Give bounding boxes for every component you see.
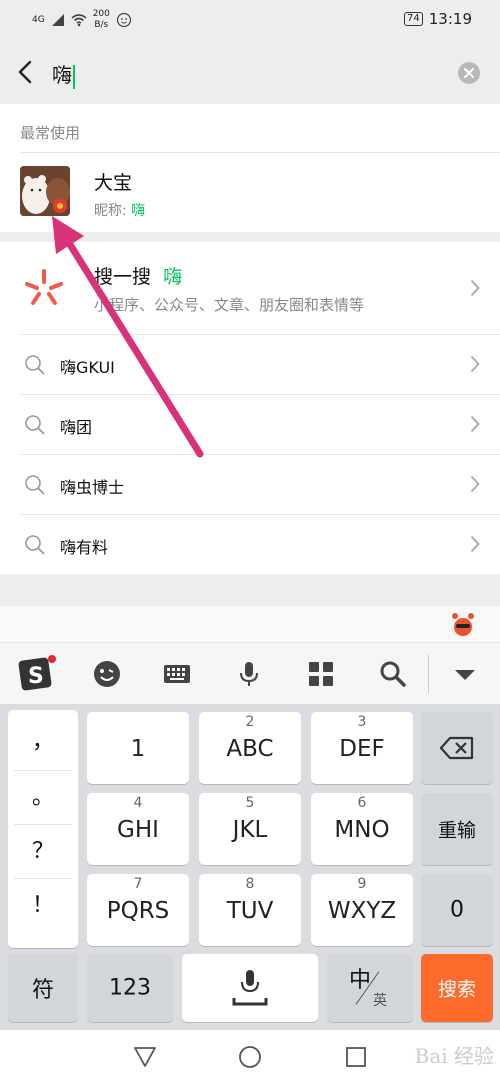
- punct-key-comma[interactable]: ，: [8, 716, 78, 768]
- search-icon: [25, 475, 45, 495]
- language-switch-key[interactable]: 中 英: [327, 954, 413, 1022]
- divider: [14, 824, 72, 825]
- bear-avatar-image: [20, 166, 70, 216]
- nickname-match: 嗨: [131, 203, 146, 219]
- search-icon: [25, 355, 45, 375]
- text-caret: [73, 64, 75, 89]
- search-results-section: 搜一搜 嗨 小程序、公众号、文章、朋友圈和表情等 嗨GKUI 嗨团 嗨虫博士 嗨…: [0, 242, 500, 574]
- suggestion-row[interactable]: 嗨虫博士: [0, 454, 500, 514]
- souyisou-icon: [25, 269, 63, 305]
- divider: [14, 770, 72, 771]
- home-circle-icon[interactable]: [237, 1044, 263, 1070]
- punct-key-exclaim[interactable]: ！: [8, 880, 78, 932]
- suggestion-label: 嗨GKUI: [60, 358, 115, 377]
- chevron-right-icon: [470, 279, 480, 297]
- backspace-key[interactable]: [421, 712, 493, 784]
- voice-space-key[interactable]: [182, 954, 318, 1022]
- net-speed: 200 B/s: [92, 9, 110, 30]
- souyisou-keyword: 嗨: [163, 266, 183, 288]
- souyisou-row[interactable]: 搜一搜 嗨 小程序、公众号、文章、朋友圈和表情等: [0, 242, 500, 334]
- ime-mascot-icon[interactable]: [448, 610, 478, 640]
- symbols-key[interactable]: 符: [8, 954, 78, 1022]
- punct-key-question[interactable]: ？: [8, 826, 78, 878]
- recent-contacts-section: 最常使用 大宝 昵称: 嗨: [0, 104, 500, 232]
- search-header: 嗨: [0, 44, 500, 102]
- microphone-icon: [232, 970, 268, 1006]
- search-key[interactable]: 搜索: [421, 954, 493, 1022]
- suggestion-row[interactable]: 嗨团: [0, 394, 500, 454]
- key-2[interactable]: 2 ABC: [199, 712, 301, 784]
- back-arrow-icon[interactable]: [14, 58, 38, 86]
- contact-name: 大宝: [94, 172, 133, 194]
- suggestion-row[interactable]: 嗨有料: [0, 514, 500, 574]
- key-9[interactable]: 9 WXYZ: [311, 874, 413, 946]
- key-1[interactable]: 1: [87, 712, 189, 784]
- search-icon: [25, 415, 45, 435]
- watermark: Bai 经验: [414, 1044, 494, 1068]
- chevron-right-icon: [470, 535, 480, 553]
- punct-key-period[interactable]: 。: [8, 772, 78, 824]
- suggestion-label: 嗨有料: [60, 538, 109, 557]
- punctuation-column: ， 。 ？ ！: [8, 710, 78, 948]
- key-4[interactable]: 4 GHI: [87, 793, 189, 865]
- chevron-right-icon: [470, 415, 480, 433]
- keyboard-toolbar: S: [0, 642, 500, 704]
- ime-candidate-strip: [0, 606, 500, 642]
- contact-nickname: 昵称: 嗨: [94, 203, 146, 219]
- clock: 13:19: [428, 10, 472, 28]
- clear-search-button[interactable]: [458, 62, 480, 84]
- chevron-right-icon: [470, 355, 480, 373]
- face-icon: [116, 12, 131, 28]
- keyboard: ， 。 ？ ！ 1 2 ABC 3 DEF 4 GHI 5 JKL 6 MNO 重输 7P…: [0, 704, 500, 1030]
- souyisou-title: 搜一搜 嗨: [94, 266, 183, 288]
- chevron-right-icon: [470, 475, 480, 493]
- souyisou-subtitle: 小程序、公众号、文章、朋友圈和表情等: [94, 296, 365, 314]
- toolbar-separator: [428, 655, 429, 693]
- divider: [14, 878, 72, 879]
- recents-square-icon[interactable]: [343, 1044, 369, 1070]
- avatar: [20, 166, 70, 216]
- back-triangle-icon[interactable]: [132, 1044, 158, 1070]
- wifi-icon: [71, 14, 87, 27]
- search-input[interactable]: 嗨: [52, 59, 75, 89]
- key-7[interactable]: 7 PQRS: [87, 874, 189, 946]
- grid-apps-icon[interactable]: [306, 659, 336, 689]
- microphone-icon[interactable]: [234, 659, 264, 689]
- suggestion-label: 嗨虫博士: [60, 478, 125, 497]
- key-5[interactable]: 5 JKL: [199, 793, 301, 865]
- sogou-logo-icon[interactable]: S: [18, 653, 58, 693]
- key-8[interactable]: 8 TUV: [199, 874, 301, 946]
- key-0[interactable]: 0: [421, 874, 493, 946]
- search-query: 嗨: [52, 63, 72, 87]
- battery-indicator: 74: [404, 12, 423, 26]
- suggestion-row[interactable]: 嗨GKUI: [0, 334, 500, 394]
- status-bar: 4G 200 B/s 74 13:19: [0, 0, 500, 44]
- search-icon: [25, 535, 45, 555]
- keyboard-icon[interactable]: [162, 659, 192, 689]
- section-title: 最常使用: [20, 124, 81, 142]
- signal-icon: [51, 14, 64, 26]
- search-icon[interactable]: [378, 659, 408, 689]
- collapse-keyboard-icon[interactable]: [450, 659, 480, 689]
- key-6[interactable]: 6 MNO: [311, 793, 413, 865]
- contact-row[interactable]: 大宝 昵称: 嗨: [0, 152, 500, 232]
- backspace-icon: [440, 736, 474, 760]
- reinput-key[interactable]: 重输: [421, 793, 493, 865]
- emoji-icon[interactable]: [92, 659, 122, 689]
- navigation-bar: Bai 经验: [0, 1030, 500, 1084]
- svg-text:S: S: [28, 664, 44, 689]
- numbers-key[interactable]: 123: [87, 954, 173, 1022]
- key-3[interactable]: 3 DEF: [311, 712, 413, 784]
- suggestion-label: 嗨团: [60, 418, 93, 437]
- network-label: 4G: [32, 15, 45, 25]
- close-icon: [464, 68, 474, 78]
